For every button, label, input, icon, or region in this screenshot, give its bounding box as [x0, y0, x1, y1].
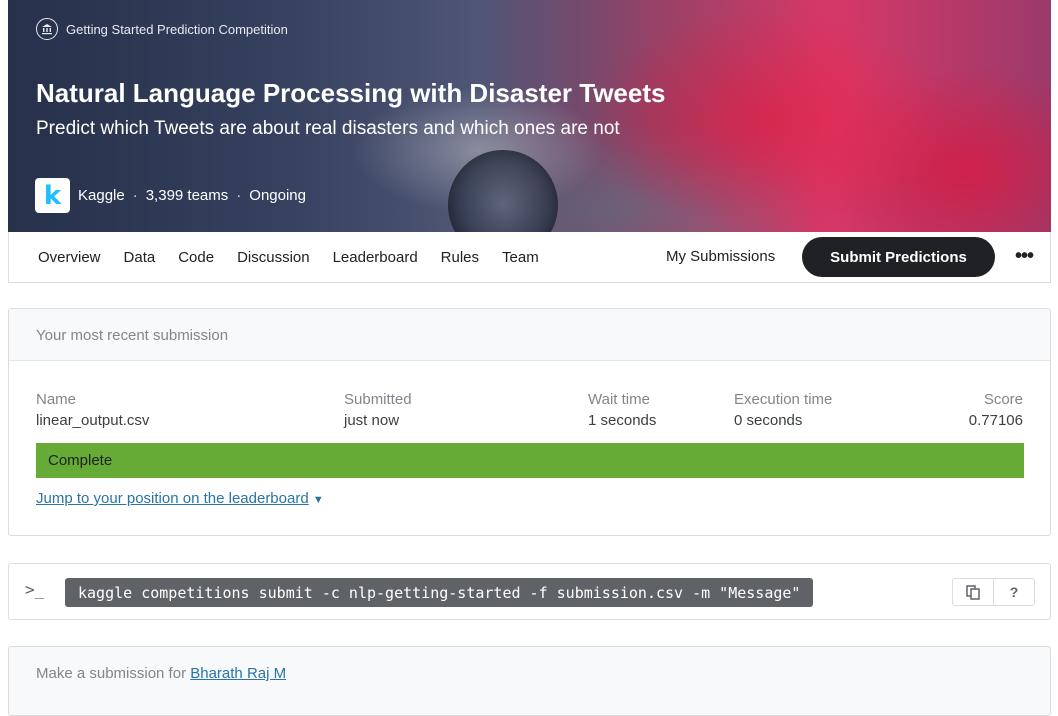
execution-time-value: 0 seconds: [734, 412, 803, 429]
copy-icon[interactable]: [953, 579, 993, 605]
competition-meta: k Kaggle · 3,399 teams · Ongoing: [35, 178, 306, 213]
recent-submission-card: Your most recent submission Name linear_…: [8, 308, 1051, 536]
more-options-icon[interactable]: •••: [1012, 244, 1036, 268]
submission-details: Name linear_output.csv Submitted just no…: [36, 391, 1023, 431]
jump-link-label[interactable]: Jump to your position on the leaderboard: [36, 490, 309, 507]
api-command-text[interactable]: kaggle competitions submit -c nlp-gettin…: [65, 578, 814, 607]
tab-discussion[interactable]: Discussion: [237, 249, 310, 266]
team-count: 3,399 teams: [145, 187, 229, 204]
score-column: Score 0.77106: [969, 391, 1023, 429]
competition-status: Ongoing: [249, 187, 306, 204]
submit-predictions-button[interactable]: Submit Predictions: [802, 237, 995, 277]
submitted-label: Submitted: [344, 391, 412, 408]
tab-rules[interactable]: Rules: [441, 249, 479, 266]
tab-data[interactable]: Data: [124, 249, 156, 266]
terminal-icon: >_: [25, 580, 45, 599]
cli-actions: ?: [952, 578, 1035, 606]
competition-header-banner: Getting Started Prediction Competition N…: [8, 0, 1051, 232]
tab-code[interactable]: Code: [178, 249, 214, 266]
wait-time-column: Wait time 1 seconds: [588, 391, 656, 429]
wait-time-label: Wait time: [588, 391, 650, 408]
bank-icon: [36, 18, 58, 40]
tab-overview[interactable]: Overview: [38, 249, 101, 266]
host-name[interactable]: Kaggle: [78, 187, 125, 204]
file-name: linear_output.csv: [36, 412, 150, 429]
competition-title: Natural Language Processing with Disaste…: [36, 78, 666, 108]
make-submission-text: Make a submission for: [36, 665, 187, 682]
status-complete-bar: Complete: [36, 443, 1024, 478]
name-column: Name linear_output.csv: [36, 391, 149, 429]
card-header: Your most recent submission: [9, 309, 1050, 361]
score-value: 0.77106: [968, 412, 1023, 429]
api-command-bar: >_ kaggle competitions submit -c nlp-get…: [8, 563, 1051, 620]
user-link[interactable]: Bharath Raj M: [190, 665, 286, 682]
name-label: Name: [36, 391, 77, 408]
competition-type-label: Getting Started Prediction Competition: [66, 21, 288, 37]
separator: ·: [132, 187, 138, 204]
kaggle-logo-icon[interactable]: k: [35, 178, 70, 213]
tab-leaderboard[interactable]: Leaderboard: [333, 249, 418, 266]
nav-tabs: Overview Data Code Discussion Leaderboar…: [38, 232, 539, 282]
score-label: Score: [983, 391, 1023, 408]
execution-time-label: Execution time: [734, 391, 833, 408]
help-button[interactable]: ?: [993, 579, 1034, 605]
submitted-column: Submitted just now: [344, 391, 412, 429]
wait-time-value: 1 seconds: [588, 412, 657, 429]
competition-subtitle: Predict which Tweets are about real disa…: [36, 118, 620, 139]
separator: ·: [236, 187, 242, 204]
jump-to-leaderboard-link[interactable]: Jump to your position on the leaderboard…: [36, 490, 324, 507]
tab-team[interactable]: Team: [502, 249, 539, 266]
competition-nav: Overview Data Code Discussion Leaderboar…: [8, 232, 1051, 283]
execution-time-column: Execution time 0 seconds: [734, 391, 832, 429]
submitted-value: just now: [344, 412, 400, 429]
make-submission-section: Make a submission for Bharath Raj M: [8, 646, 1051, 716]
caret-down-icon[interactable]: ▼: [313, 494, 324, 506]
my-submissions-link[interactable]: My Submissions: [666, 248, 775, 265]
competition-type: Getting Started Prediction Competition: [36, 18, 288, 40]
